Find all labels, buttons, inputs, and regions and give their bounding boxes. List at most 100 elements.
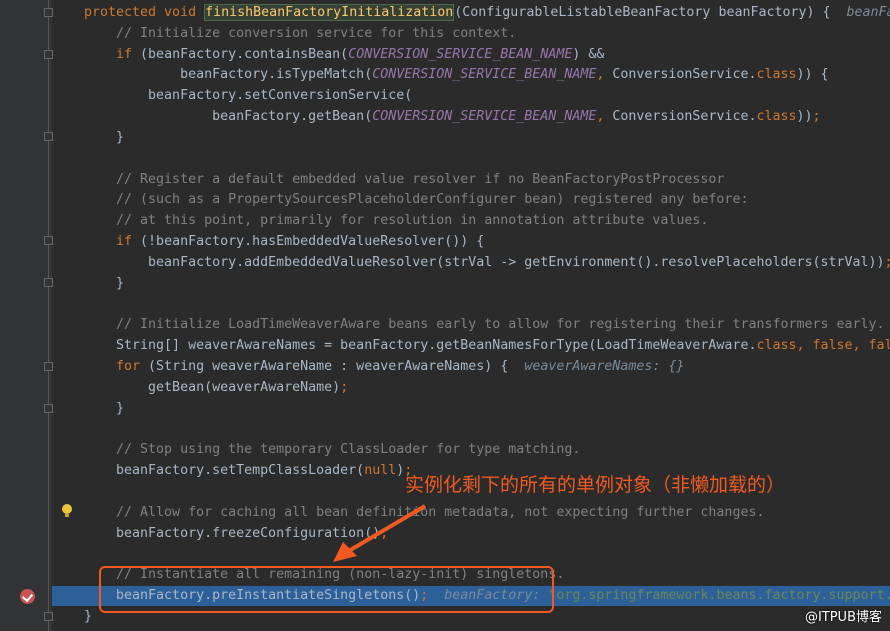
- code-token: }: [84, 129, 125, 145]
- code-token: beanFactory.setConversionService(: [84, 88, 413, 104]
- code-token: beanFactory.addEmbeddedValueResolver(str…: [84, 254, 885, 270]
- code-text: String[] weaverAwareNames = beanFactory.…: [84, 336, 890, 356]
- code-text: if (!beanFactory.hasEmbeddedValueResolve…: [84, 232, 484, 252]
- code-token: getBean(weaverAwareName): [84, 379, 341, 395]
- code-token: // Stop using the temporary ClassLoader …: [84, 442, 581, 458]
- code-text: if (beanFactory.containsBean(CONVERSION_…: [84, 45, 604, 65]
- code-line[interactable]: // (such as a PropertySourcesPlaceholder…: [52, 190, 890, 210]
- code-token: ,: [596, 67, 613, 83]
- code-text: }: [84, 128, 124, 148]
- code-line[interactable]: beanFactory.getBean(CONVERSION_SERVICE_B…: [52, 107, 890, 127]
- code-line[interactable]: // Initialize conversion service for thi…: [52, 24, 890, 44]
- code-line[interactable]: protected void finishBeanFactoryInitiali…: [52, 3, 890, 23]
- code-token: class: [756, 109, 797, 125]
- code-token: }: [84, 400, 125, 416]
- code-line[interactable]: beanFactory.setConversionService(: [52, 86, 890, 106]
- code-token: ConversionService.: [612, 109, 757, 125]
- code-token: // Register a default embedded value res…: [84, 171, 725, 187]
- code-text: beanFactory.setConversionService(: [84, 86, 412, 106]
- code-token: ConversionService.: [612, 67, 757, 83]
- code-text: }: [84, 274, 124, 294]
- code-token: }: [84, 609, 93, 625]
- code-token: (String weaverAwareName : weaverAwareNam…: [148, 359, 525, 375]
- code-token: }: [84, 275, 125, 291]
- code-token: class, false, false: [756, 338, 890, 354]
- code-token: if: [84, 234, 141, 250]
- code-token: null: [364, 463, 397, 479]
- code-line[interactable]: // Allow for caching all bean definition…: [52, 503, 890, 523]
- code-line[interactable]: beanFactory.freezeConfiguration();: [52, 524, 890, 544]
- code-line[interactable]: beanFactory.addEmbeddedValueResolver(str…: [52, 253, 890, 273]
- code-text: // at this point, primarily for resoluti…: [84, 211, 708, 231]
- code-line[interactable]: if (!beanFactory.hasEmbeddedValueResolve…: [52, 232, 890, 252]
- code-token: for: [84, 359, 149, 375]
- code-token: if: [84, 46, 141, 62]
- watermark: @ITPUB博客: [804, 610, 882, 625]
- code-token: beanFactory: [846, 5, 890, 20]
- code-token: CONVERSION_SERVICE_BEAN_NAME: [372, 67, 597, 83]
- editor-gutter: [0, 0, 52, 631]
- breakpoint-icon[interactable]: [20, 589, 35, 604]
- code-token: )) {: [796, 67, 829, 83]
- code-line[interactable]: [52, 420, 890, 440]
- code-token: finishBeanFactoryInitialization: [204, 4, 455, 21]
- code-text: // Initialize conversion service for thi…: [84, 24, 516, 44]
- code-token: String[] weaverAwareNames = beanFactory.…: [84, 338, 757, 354]
- code-token: ;: [340, 379, 349, 395]
- code-text: beanFactory.getBean(CONVERSION_SERVICE_B…: [84, 107, 821, 127]
- code-text: // Stop using the temporary ClassLoader …: [84, 440, 580, 460]
- gutter-divider: [48, 0, 49, 631]
- annotation-arrow: [333, 504, 427, 562]
- code-token: (beanFactory.containsBean(: [140, 46, 349, 62]
- code-editor[interactable]: protected void finishBeanFactoryInitiali…: [52, 0, 890, 631]
- code-token: weaverAwareNames: {}: [524, 359, 685, 375]
- code-line[interactable]: [52, 545, 890, 565]
- code-token: "org.springframework.beans.factory.suppo…: [548, 588, 890, 604]
- code-token: )): [796, 109, 813, 125]
- code-text: protected void finishBeanFactoryInitiali…: [84, 3, 890, 23]
- code-token: (ConfigurableListableBeanFactory beanFac…: [454, 5, 847, 20]
- code-token: beanFactory.getBean(: [84, 109, 373, 125]
- code-text: for (String weaverAwareName : weaverAwar…: [84, 357, 684, 377]
- code-token: // Initialize conversion service for thi…: [84, 25, 517, 41]
- code-token: // (such as a PropertySourcesPlaceholder…: [84, 192, 749, 208]
- code-line[interactable]: }: [52, 399, 890, 419]
- code-line[interactable]: [52, 149, 890, 169]
- code-token: protected void: [84, 5, 205, 20]
- code-token: ,: [596, 109, 613, 125]
- code-line[interactable]: getBean(weaverAwareName);: [52, 378, 890, 398]
- code-line[interactable]: beanFactory.isTypeMatch(CONVERSION_SERVI…: [52, 65, 890, 85]
- code-line[interactable]: }: [52, 274, 890, 294]
- code-token: // at this point, primarily for resoluti…: [84, 213, 709, 229]
- code-token: ) &&: [572, 46, 605, 62]
- code-token: CONVERSION_SERVICE_BEAN_NAME: [372, 109, 597, 125]
- code-text: }: [84, 607, 92, 627]
- code-text: }: [84, 399, 124, 419]
- code-token: ;: [885, 255, 890, 270]
- code-line[interactable]: // Register a default embedded value res…: [52, 170, 890, 190]
- code-token: ;: [812, 109, 821, 125]
- code-text: // (such as a PropertySourcesPlaceholder…: [84, 190, 748, 210]
- code-line[interactable]: }: [52, 128, 890, 148]
- code-line[interactable]: // Stop using the temporary ClassLoader …: [52, 440, 890, 460]
- code-token: CONVERSION_SERVICE_BEAN_NAME: [348, 46, 573, 62]
- code-token: class: [756, 67, 797, 83]
- annotation-callout: 实例化剩下的所有的单例对象（非懒加载的）: [405, 474, 786, 496]
- code-line[interactable]: // at this point, primarily for resoluti…: [52, 211, 890, 231]
- code-token: beanFactory.setTempClassLoader(: [84, 463, 365, 479]
- code-token: // Initialize LoadTimeWeaverAware beans …: [84, 317, 885, 333]
- code-line[interactable]: for (String weaverAwareName : weaverAwar…: [52, 357, 890, 377]
- code-token: beanFactory.isTypeMatch(: [84, 67, 373, 83]
- code-token: (!beanFactory.hasEmbeddedValueResolver()…: [140, 234, 485, 250]
- code-line[interactable]: [52, 295, 890, 315]
- code-line[interactable]: String[] weaverAwareNames = beanFactory.…: [52, 336, 890, 356]
- code-text: getBean(weaverAwareName);: [84, 378, 348, 398]
- code-text: beanFactory.isTypeMatch(CONVERSION_SERVI…: [84, 65, 829, 85]
- code-line[interactable]: if (beanFactory.containsBean(CONVERSION_…: [52, 45, 890, 65]
- code-text: // Register a default embedded value res…: [84, 170, 724, 190]
- code-text: // Initialize LoadTimeWeaverAware beans …: [84, 315, 885, 335]
- annotation-highlight-box: [99, 566, 554, 613]
- code-text: beanFactory.addEmbeddedValueResolver(str…: [84, 253, 890, 273]
- code-text: beanFactory.setTempClassLoader(null);: [84, 461, 412, 481]
- code-line[interactable]: // Initialize LoadTimeWeaverAware beans …: [52, 315, 890, 335]
